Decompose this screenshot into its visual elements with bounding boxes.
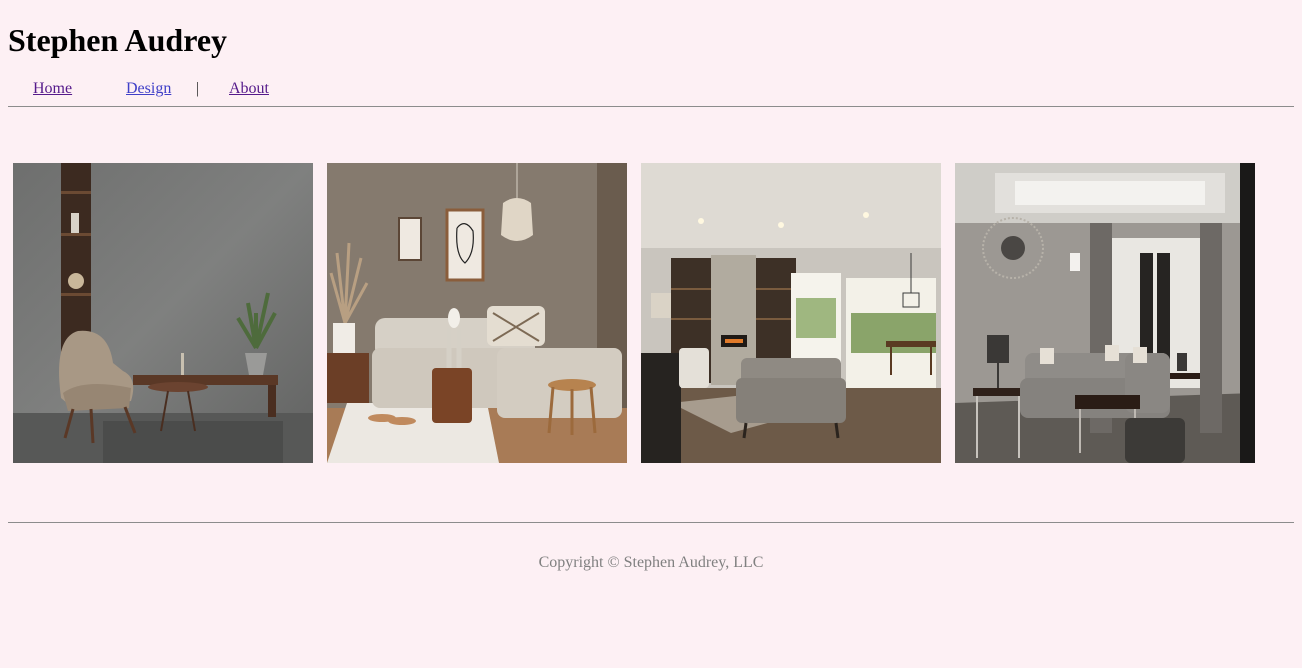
footer-divider xyxy=(8,522,1294,523)
main-nav: Home Design | About xyxy=(0,78,1302,100)
header-divider xyxy=(8,106,1294,107)
gallery-photo-grey-sectional xyxy=(955,163,1255,463)
nav-link-home[interactable]: Home xyxy=(33,78,72,100)
footer-copyright: Copyright © Stephen Audrey, LLC xyxy=(538,554,764,571)
nav-link-about[interactable]: About xyxy=(229,78,269,100)
nav-separator: | xyxy=(196,80,200,97)
nav-link-design[interactable]: Design xyxy=(126,78,171,100)
gallery-photo-sectional xyxy=(327,163,627,463)
site-title: Stephen Audrey xyxy=(8,22,228,58)
gallery-photo-fireplace xyxy=(641,163,941,463)
gallery-photo-armchair xyxy=(13,163,313,463)
